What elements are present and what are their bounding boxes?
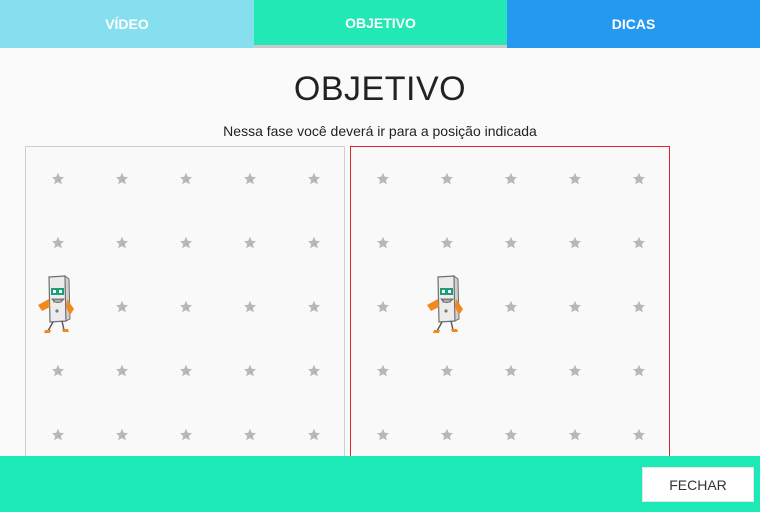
star-icon — [115, 428, 129, 442]
star-icon — [504, 300, 518, 314]
star-icon — [179, 364, 193, 378]
star-icon — [243, 172, 257, 186]
tab-objetivo[interactable]: OBJETIVO — [254, 0, 507, 48]
tab-dicas-label: DICAS — [611, 16, 656, 32]
target-position-board — [350, 146, 670, 466]
close-button-label: FECHAR — [669, 476, 727, 493]
page-title: OBJETIVO — [293, 70, 467, 108]
star-icon — [440, 236, 454, 250]
star-icon — [51, 236, 65, 250]
tab-dicas[interactable]: DICAS — [507, 0, 760, 48]
star-icon — [440, 364, 454, 378]
star-icon — [568, 428, 582, 442]
tab-video[interactable]: VÍDEO — [0, 0, 254, 48]
objective-description: Nessa fase você deverá ir para a posição… — [223, 123, 537, 139]
star-icon — [568, 364, 582, 378]
star-icon — [632, 300, 646, 314]
close-button[interactable]: FECHAR — [642, 467, 754, 502]
star-icon — [504, 236, 518, 250]
star-icon — [307, 236, 321, 250]
star-icon — [51, 172, 65, 186]
star-icon — [179, 428, 193, 442]
star-icon — [632, 364, 646, 378]
tab-video-label: VÍDEO — [105, 16, 149, 32]
star-icon — [179, 236, 193, 250]
star-icon — [243, 300, 257, 314]
tab-bar: VÍDEO OBJETIVO DICAS — [0, 0, 760, 48]
star-icon — [504, 172, 518, 186]
star-icon — [243, 428, 257, 442]
star-icon — [179, 172, 193, 186]
star-icon — [51, 364, 65, 378]
star-icon — [376, 300, 390, 314]
star-icon — [632, 172, 646, 186]
star-icon — [179, 300, 193, 314]
star-icon — [307, 428, 321, 442]
star-icon — [376, 428, 390, 442]
star-icon — [440, 172, 454, 186]
star-icon — [307, 172, 321, 186]
star-icon — [115, 236, 129, 250]
star-icon — [307, 300, 321, 314]
star-icon — [51, 428, 65, 442]
star-icon — [115, 364, 129, 378]
star-icon — [632, 428, 646, 442]
star-icon — [440, 428, 454, 442]
star-icon — [243, 236, 257, 250]
tab-objetivo-label: OBJETIVO — [345, 14, 416, 31]
star-icon — [376, 236, 390, 250]
star-icon — [376, 172, 390, 186]
star-icon — [504, 364, 518, 378]
star-icon — [632, 236, 646, 250]
star-icon — [568, 172, 582, 186]
star-icon — [568, 300, 582, 314]
robot-icon — [33, 274, 83, 337]
star-icon — [376, 364, 390, 378]
star-icon — [504, 428, 518, 442]
star-icon — [307, 364, 321, 378]
star-icon — [115, 172, 129, 186]
current-position-board — [25, 146, 345, 466]
star-icon — [568, 236, 582, 250]
star-icon — [115, 300, 129, 314]
robot-icon — [422, 274, 472, 337]
star-icon — [243, 364, 257, 378]
